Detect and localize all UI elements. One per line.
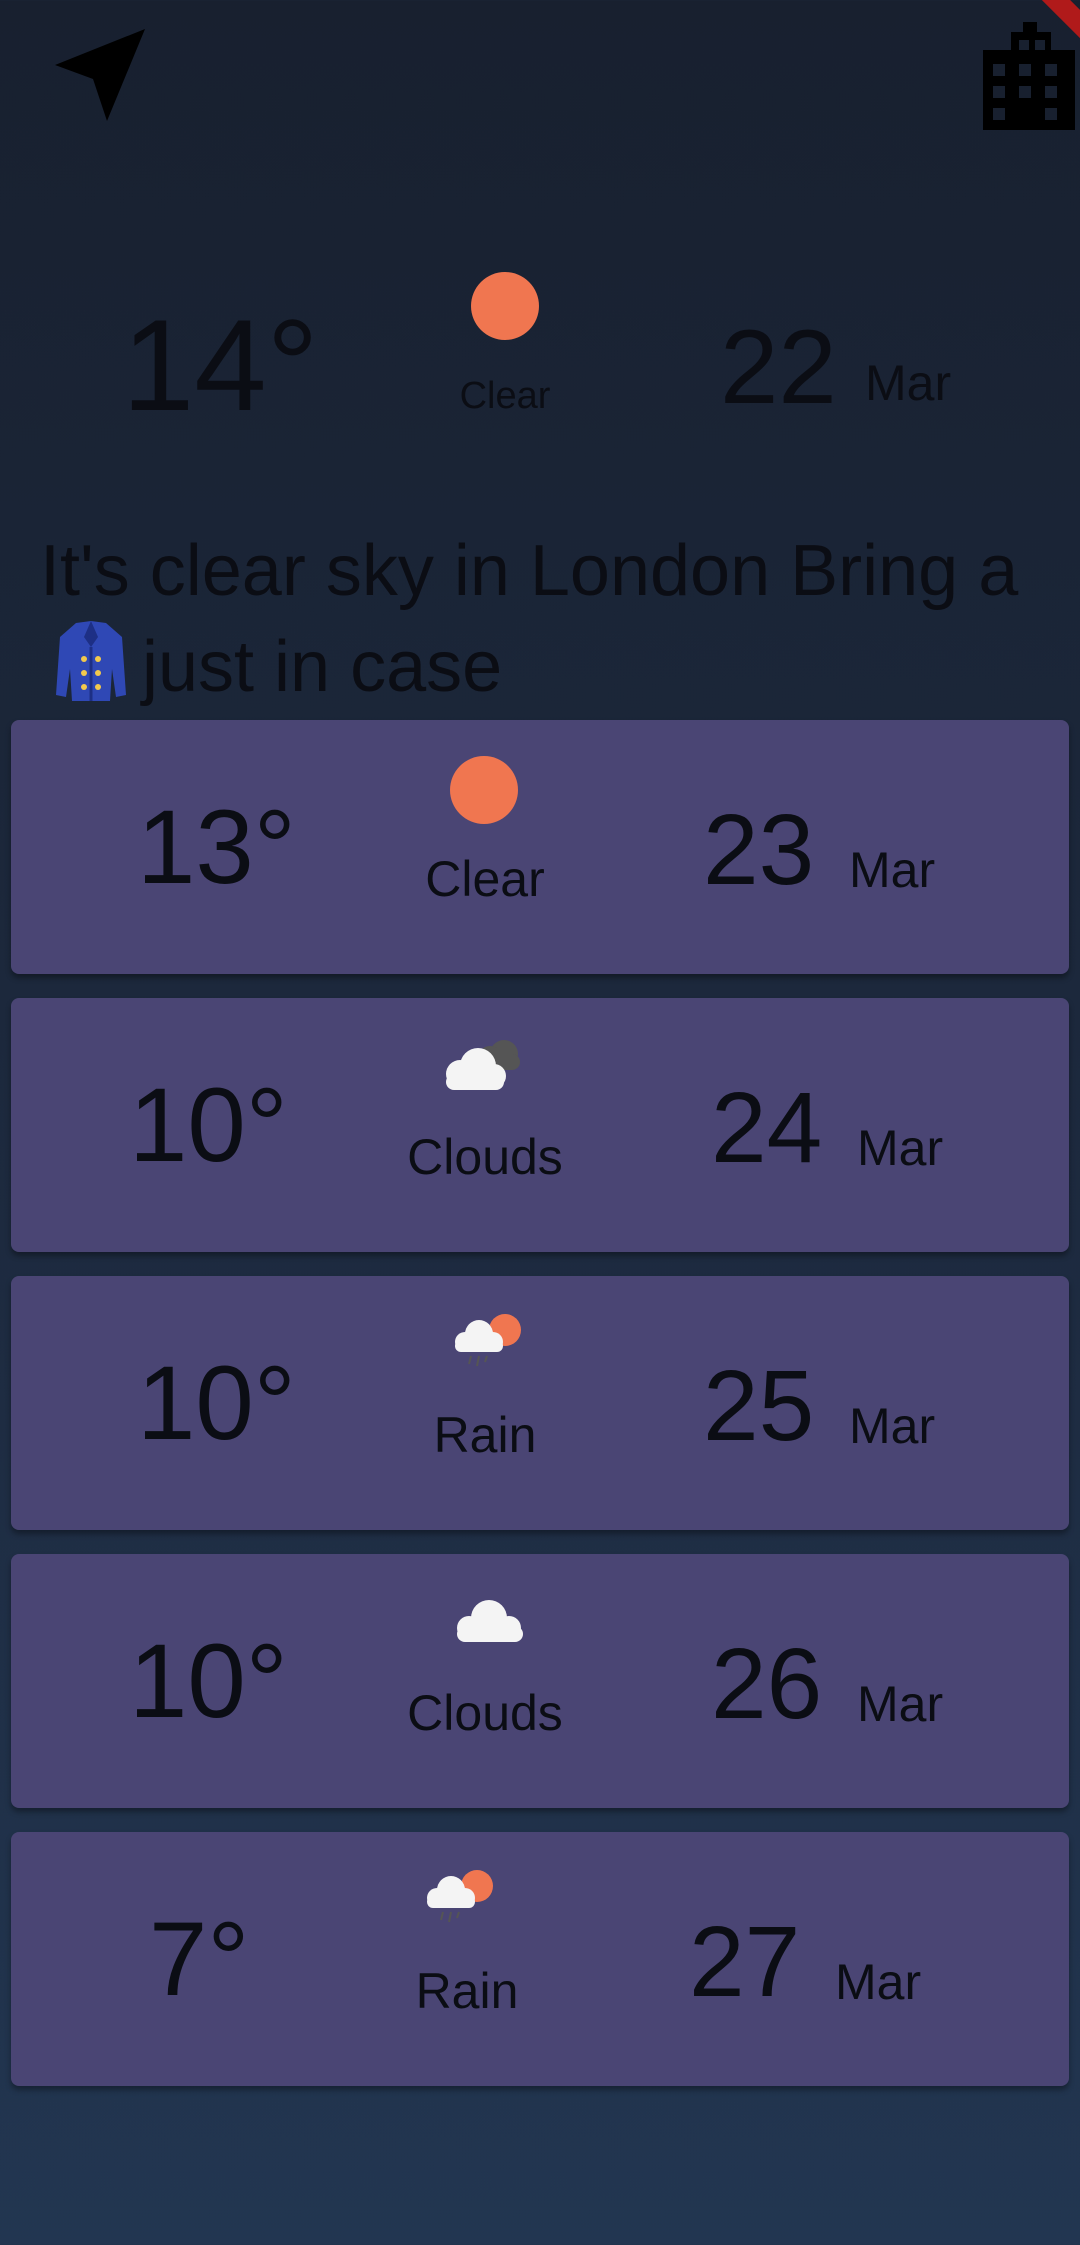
forecast-condition: Clouds [407, 1685, 563, 1741]
forecast-list[interactable]: 13° Clear 23 Mar 10° Clouds 24 Mar 10° R… [11, 720, 1069, 2110]
message-text-end: just in case [142, 627, 503, 707]
forecast-condition: Rain [433, 1407, 537, 1463]
forecast-condition: Clear [425, 851, 545, 907]
forecast-day: 25 [703, 1350, 815, 1462]
forecast-month: Mar [849, 1398, 936, 1454]
forecast-temperature: 7° [149, 1901, 250, 2018]
forecast-day: 24 [711, 1072, 823, 1184]
city-button[interactable] [970, 20, 1080, 130]
forecast-condition: Rain [415, 1963, 519, 2019]
forecast-card[interactable]: 10° Rain 25 Mar [11, 1276, 1069, 1530]
forecast-condition-icon [435, 1306, 545, 1381]
forecast-card[interactable]: 10° Clouds 24 Mar [11, 998, 1069, 1252]
forecast-card[interactable]: 13° Clear 23 Mar [11, 720, 1069, 974]
forecast-card[interactable]: 10° Clouds 26 Mar [11, 1554, 1069, 1808]
cloud-icon [457, 1600, 523, 1642]
current-temperature: 14° [122, 292, 319, 438]
message-text-start: It's clear sky in London Bring a [40, 531, 1019, 611]
navigation-arrow-icon [55, 29, 145, 121]
forecast-temperature: 13° [137, 789, 296, 906]
forecast-condition: Clouds [407, 1129, 563, 1185]
current-month: Mar [865, 355, 952, 411]
forecast-month: Mar [857, 1676, 944, 1732]
coat-icon [54, 617, 128, 703]
forecast-day: 23 [703, 794, 815, 906]
sun-icon [471, 272, 539, 340]
forecast-temperature: 10° [137, 1345, 296, 1462]
forecast-condition-icon [429, 750, 539, 835]
forecast-temperature: 10° [129, 1067, 288, 1184]
weather-message: It's clear sky in London Bring a just in… [40, 525, 1050, 713]
clouds-icon [446, 1040, 520, 1090]
rain-icon [455, 1314, 521, 1367]
forecast-condition-icon [429, 1028, 539, 1103]
forecast-month: Mar [849, 842, 936, 898]
location-button[interactable] [44, 20, 154, 130]
current-day: 22 [720, 309, 837, 426]
forecast-condition-icon [435, 1584, 545, 1659]
forecast-condition-icon [407, 1862, 517, 1937]
current-condition: Clear [459, 375, 551, 417]
rain-icon [427, 1870, 493, 1923]
forecast-card[interactable]: 7° Rain 27 Mar [11, 1832, 1069, 2086]
city-buildings-icon [983, 22, 1075, 130]
current-condition-icon [460, 270, 550, 355]
forecast-temperature: 10° [129, 1623, 288, 1740]
forecast-month: Mar [857, 1120, 944, 1176]
current-weather: 14° Clear 22 Mar [0, 270, 1080, 440]
sun-icon [450, 756, 518, 824]
forecast-day: 26 [711, 1628, 823, 1740]
forecast-day: 27 [689, 1906, 801, 2018]
forecast-month: Mar [835, 1954, 922, 2010]
